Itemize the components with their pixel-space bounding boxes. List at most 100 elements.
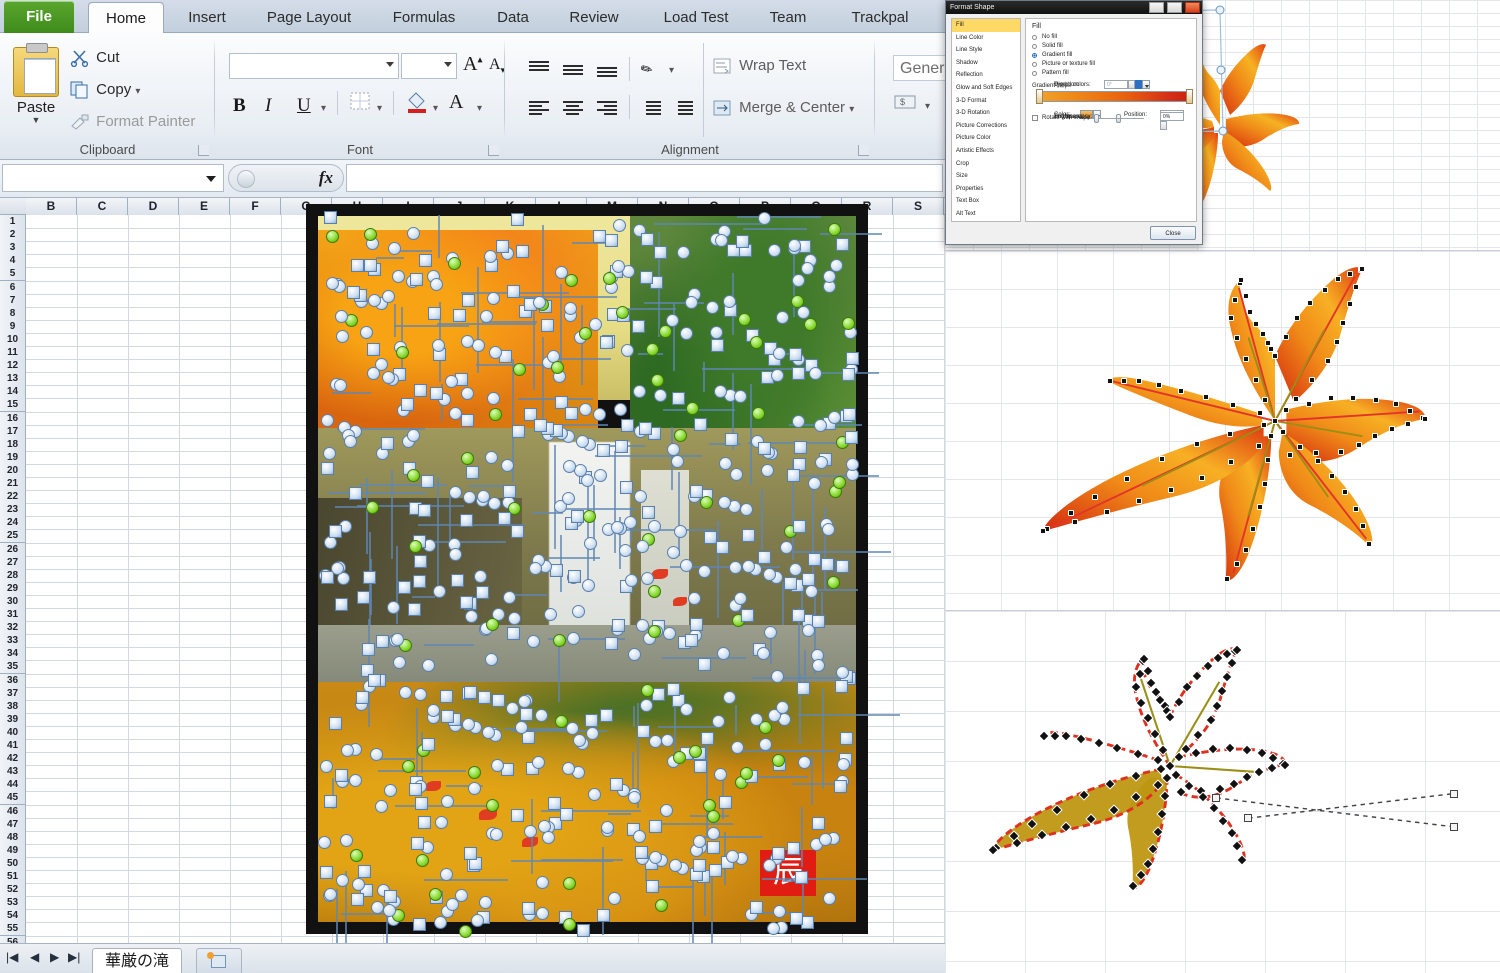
vertex-handle[interactable] [1234, 561, 1240, 567]
dialog-category-properties[interactable]: Properties [952, 183, 1020, 196]
vertex-handle[interactable] [1168, 487, 1174, 493]
chevron-down-icon[interactable]: ▾ [321, 103, 326, 114]
dialog-category-picture-corrections[interactable]: Picture Corrections [952, 120, 1020, 133]
vertex-handle[interactable] [1238, 277, 1244, 283]
row-header-21[interactable]: 21 [0, 477, 26, 491]
dialog-category-reflection[interactable]: Reflection [952, 69, 1020, 82]
vertex-handle[interactable] [1062, 823, 1070, 831]
decrease-indent-button[interactable] [639, 99, 665, 119]
row-header-28[interactable]: 28 [0, 569, 26, 583]
row-header-55[interactable]: 55 [0, 922, 26, 936]
vertex-handle[interactable] [1051, 731, 1059, 739]
vertex-handle[interactable] [1366, 541, 1372, 547]
ribbon-tab-page-layout[interactable]: Page Layout [248, 2, 370, 33]
last-sheet-icon[interactable]: ▶| [68, 950, 80, 964]
vertex-handle[interactable] [1185, 781, 1193, 789]
dialog-category-line-color[interactable]: Line Color [952, 32, 1020, 45]
vertex-handle[interactable] [1293, 396, 1299, 402]
align-bottom-button[interactable] [595, 59, 621, 79]
vertex-handle[interactable] [1192, 749, 1200, 757]
gradient-preview-bar[interactable] [1038, 91, 1193, 102]
row-header-38[interactable]: 38 [0, 700, 26, 714]
vertex-handle[interactable] [1214, 654, 1222, 662]
vertex-handle[interactable] [1154, 827, 1162, 835]
vertex-handle[interactable] [1218, 687, 1226, 695]
font-color-button[interactable]: A [449, 91, 463, 114]
rotate-with-shape-checkbox[interactable]: Rotate with shape [1032, 115, 1190, 121]
vertex-handle[interactable] [1265, 340, 1271, 346]
column-header-e[interactable]: E [179, 198, 230, 215]
ribbon-tab-team[interactable]: Team [754, 2, 822, 33]
spinner-icon[interactable] [1160, 121, 1167, 130]
vertex-handle[interactable] [1228, 829, 1236, 837]
orientation-button[interactable]: ✎ [641, 57, 667, 77]
vertex-handle[interactable] [1062, 731, 1070, 739]
vertex-handle[interactable] [1283, 334, 1289, 340]
vertex-handle[interactable] [1268, 433, 1274, 439]
name-box[interactable] [2, 164, 224, 192]
vertex-handle-layer[interactable] [945, 611, 1500, 973]
vertex-handle[interactable] [1151, 730, 1159, 738]
vertex-handle[interactable] [1204, 662, 1212, 670]
vertex-handle[interactable] [1226, 744, 1234, 752]
row-header-5[interactable]: 5 [0, 267, 26, 281]
vertex-handle[interactable] [1272, 353, 1278, 359]
vertex-handle[interactable] [1283, 407, 1289, 413]
vertex-handle[interactable] [1265, 457, 1271, 463]
vertex-handle[interactable] [1216, 785, 1224, 793]
vertex-handle[interactable] [1389, 426, 1395, 432]
row-header-56[interactable]: 56 [0, 936, 26, 944]
vertex-handle[interactable] [1342, 489, 1348, 495]
vertex-handle[interactable] [1262, 397, 1268, 403]
vertex-handle[interactable] [1154, 781, 1162, 789]
vertex-handle[interactable] [1280, 429, 1286, 435]
bold-button[interactable]: B [233, 95, 246, 117]
row-header-7[interactable]: 7 [0, 294, 26, 308]
row-header-40[interactable]: 40 [0, 726, 26, 740]
vertex-handle[interactable] [1334, 339, 1340, 345]
chevron-down-icon[interactable] [206, 176, 216, 182]
row-header-8[interactable]: 8 [0, 307, 26, 321]
dialog-category-fill[interactable]: Fill [952, 19, 1020, 32]
vertex-handle[interactable] [1228, 459, 1234, 465]
vertex-handle[interactable] [1174, 698, 1182, 706]
vertex-handle[interactable] [1243, 356, 1249, 362]
font-size-input[interactable] [401, 53, 457, 79]
row-header-35[interactable]: 35 [0, 660, 26, 674]
vertex-handle-layer[interactable] [945, 251, 1500, 610]
chevron-down-icon[interactable]: ▾ [925, 101, 930, 112]
vertex-handle[interactable] [1132, 683, 1140, 691]
row-header-33[interactable]: 33 [0, 634, 26, 648]
row-header-12[interactable]: 12 [0, 359, 26, 373]
vertex-handle[interactable] [1223, 650, 1231, 658]
chevron-down-icon[interactable]: ▾ [477, 103, 482, 114]
row-header-16[interactable]: 16 [0, 412, 26, 426]
row-header-41[interactable]: 41 [0, 739, 26, 753]
row-header-6[interactable]: 6 [0, 281, 26, 295]
chevron-down-icon[interactable] [444, 62, 452, 67]
bezier-control-handle[interactable] [1450, 823, 1458, 831]
vertex-handle[interactable] [1113, 744, 1121, 752]
vertex-handle[interactable] [1137, 698, 1145, 706]
dialog-category-crop[interactable]: Crop [952, 158, 1020, 171]
radio-picture-fill[interactable]: Picture or texture fill [1032, 60, 1190, 69]
vertex-handle[interactable] [1227, 431, 1233, 437]
vertex-handle[interactable] [1243, 547, 1249, 553]
vertex-handle[interactable] [1315, 458, 1321, 464]
cancel-icon[interactable] [237, 170, 255, 188]
vertex-handle[interactable] [1110, 805, 1118, 813]
row-header-11[interactable]: 11 [0, 346, 26, 360]
vertex-handle[interactable] [1077, 735, 1085, 743]
vertex-handle[interactable] [1313, 450, 1319, 456]
vertex-handle[interactable] [1158, 810, 1166, 818]
vertex-handle[interactable] [1306, 401, 1312, 407]
radio-no-fill[interactable]: No fill [1032, 33, 1190, 42]
vertex-handle[interactable] [1287, 452, 1293, 458]
ribbon-tab-file[interactable]: File [4, 1, 74, 33]
vertex-handle[interactable] [1177, 788, 1185, 796]
vertex-handle[interactable] [1223, 673, 1231, 681]
vertex-handle[interactable] [1209, 745, 1217, 753]
vertex-handle[interactable] [1149, 844, 1157, 852]
font-dialog-launcher[interactable] [488, 145, 499, 156]
vertex-handle[interactable] [1183, 683, 1191, 691]
